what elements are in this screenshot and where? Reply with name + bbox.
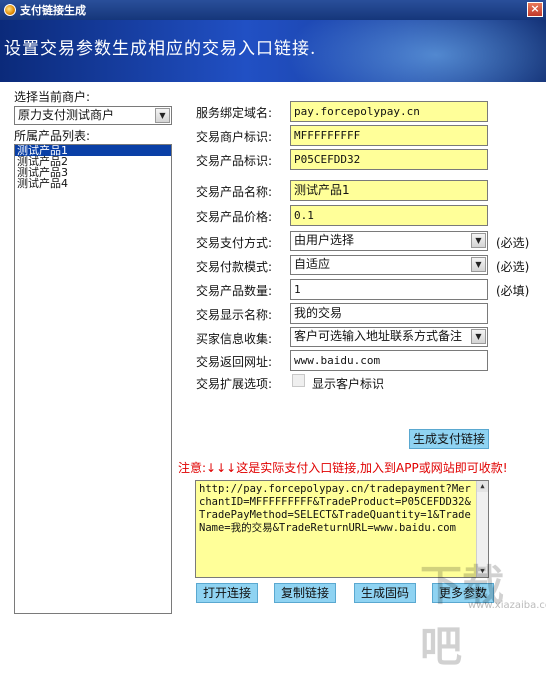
quantity-field[interactable]: 1: [290, 279, 488, 300]
banner-text: 设置交易参数生成相应的交易入口链接.: [4, 39, 317, 59]
payment-url-text: http://pay.forcepolypay.cn/tradepayment?…: [199, 483, 471, 534]
chevron-down-icon[interactable]: ▼: [471, 257, 486, 272]
generate-link-button[interactable]: 生成支付链接: [409, 429, 489, 449]
open-link-button[interactable]: 打开连接: [196, 583, 258, 603]
return-url-field[interactable]: www.baidu.com: [290, 350, 488, 371]
window-title: 支付链接生成: [20, 4, 86, 17]
list-item[interactable]: 测试产品4: [15, 178, 171, 189]
pay-method-required: (必选): [496, 236, 530, 250]
chevron-down-icon[interactable]: ▼: [471, 329, 486, 344]
notice-text: 注意:↓↓↓这是实际支付入口链接,加入到APP或网站即可收款!: [178, 461, 508, 475]
watermark-logo: 下载吧: [420, 561, 505, 671]
buyer-info-label: 买家信息收集:: [196, 332, 273, 346]
merchant-select[interactable]: 原力支付测试商户 ▼: [14, 106, 172, 125]
chevron-down-icon[interactable]: ▼: [155, 108, 170, 123]
chevron-down-icon[interactable]: ▼: [471, 233, 486, 248]
show-customer-id-label: 显示客户标识: [312, 377, 385, 391]
generate-qrcode-button[interactable]: 生成固码: [354, 583, 416, 603]
show-customer-id-checkbox[interactable]: [292, 374, 305, 387]
pay-mode-select[interactable]: 自适应 ▼: [290, 255, 488, 275]
domain-label: 服务绑定域名:: [196, 106, 273, 120]
merchant-id-field[interactable]: MFFFFFFFFF: [290, 125, 488, 146]
pay-mode-value: 自适应: [294, 257, 331, 271]
pay-mode-required: (必选): [496, 260, 530, 274]
ext-options-label: 交易扩展选项:: [196, 377, 273, 391]
pay-method-label: 交易支付方式:: [196, 236, 273, 250]
product-id-label: 交易产品标识:: [196, 154, 273, 168]
product-name-label: 交易产品名称:: [196, 185, 273, 199]
watermark-url: www.xiazaiba.com: [468, 600, 546, 611]
price-field[interactable]: 0.1: [290, 205, 488, 226]
display-name-field[interactable]: 我的交易: [290, 303, 488, 324]
main-panel: 选择当前商户: 原力支付测试商户 ▼ 所属产品列表: 测试产品1 测试产品2 测…: [0, 82, 546, 671]
product-id-field[interactable]: P05CEFDD32: [290, 149, 488, 170]
close-button[interactable]: ×: [527, 2, 543, 17]
scroll-up-icon[interactable]: ▲: [477, 481, 488, 492]
window-titlebar: 支付链接生成 ×: [0, 0, 546, 20]
products-label: 所属产品列表:: [14, 129, 91, 143]
pay-mode-label: 交易付款模式:: [196, 260, 273, 274]
app-icon: [4, 4, 16, 16]
product-name-field[interactable]: 测试产品1: [290, 180, 488, 201]
quantity-label: 交易产品数量:: [196, 284, 273, 298]
merchant-select-value: 原力支付测试商户: [18, 108, 115, 122]
display-name-label: 交易显示名称:: [196, 308, 273, 322]
header-banner: 设置交易参数生成相应的交易入口链接.: [0, 20, 546, 82]
buyer-info-value: 客户可选输入地址联系方式备注: [294, 329, 463, 343]
pay-method-select[interactable]: 由用户选择 ▼: [290, 231, 488, 251]
product-list[interactable]: 测试产品1 测试产品2 测试产品3 测试产品4: [14, 144, 172, 614]
merchant-id-label: 交易商户标识:: [196, 130, 273, 144]
price-label: 交易产品价格:: [196, 210, 273, 224]
copy-link-button[interactable]: 复制链接: [274, 583, 336, 603]
pay-method-value: 由用户选择: [294, 233, 355, 247]
domain-field[interactable]: pay.forcepolypay.cn: [290, 101, 488, 122]
merchant-label: 选择当前商户:: [14, 90, 91, 104]
return-url-label: 交易返回网址:: [196, 355, 273, 369]
quantity-required: (必填): [496, 284, 530, 298]
buyer-info-select[interactable]: 客户可选输入地址联系方式备注 ▼: [290, 327, 488, 347]
